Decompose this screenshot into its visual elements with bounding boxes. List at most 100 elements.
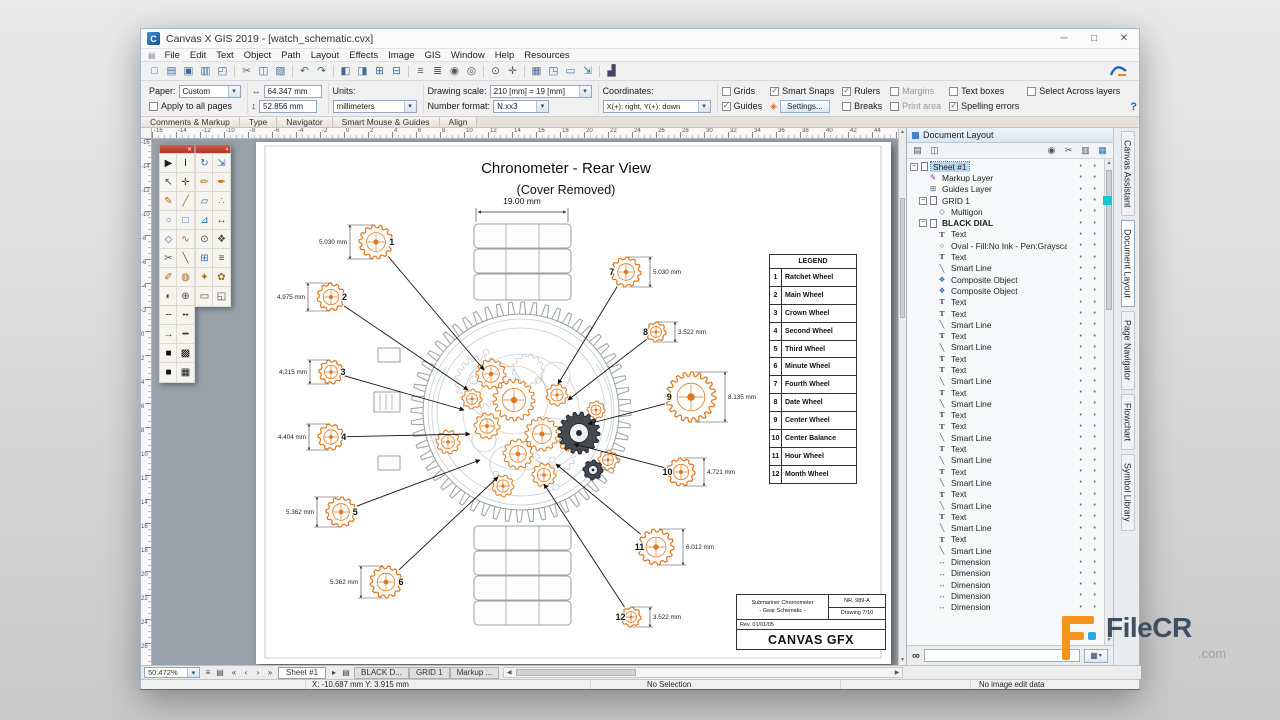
layer-row-text[interactable]: TText•• [907,466,1113,477]
layer-row-text[interactable]: TText•• [907,421,1113,432]
lock-dot[interactable]: • [1094,333,1096,340]
pen-tool[interactable]: ✎ [160,192,177,211]
checkbox-text-boxes[interactable] [949,87,958,96]
zoom-tool[interactable]: ⊙ [196,230,213,249]
lock-dot[interactable]: • [1094,457,1096,464]
canvas-area[interactable]: 15.030 mm24.975 mm34.215 mm44.404 mm55.3… [152,139,898,665]
lock-dot[interactable]: • [1094,276,1096,283]
sheet-tab[interactable]: Sheet #1 [278,667,326,679]
layer-row-dimension[interactable]: ↔Dimension•• [907,579,1113,590]
vertical-ruler[interactable]: -16-14-12-10-8-6-4-202468101214161820222… [141,139,152,665]
redo-icon[interactable]: ↷ [313,64,330,79]
text-tool[interactable]: I [177,154,194,173]
visibility-dot[interactable]: • [1080,457,1082,464]
pencil-tool[interactable]: ✏ [196,173,213,192]
visibility-dot[interactable]: • [1080,412,1082,419]
lock-dot[interactable]: • [1094,581,1096,588]
horizontal-scrollbar[interactable]: ◀ ▶ [503,667,903,678]
layer-row-text[interactable]: TText•• [907,489,1113,500]
brush-tool[interactable]: ✒ [213,173,230,192]
visibility-dot[interactable]: • [1080,242,1082,249]
lock-dot[interactable]: • [1094,525,1096,532]
vertical-scrollbar[interactable]: ▲ ▼ [898,128,906,665]
layer-row-text[interactable]: TText•• [907,511,1113,522]
copy-icon[interactable]: ◫ [255,64,272,79]
stamp-tool[interactable]: ▱ [196,192,213,211]
group-icon[interactable]: ⊞ [371,64,388,79]
lock-dot[interactable]: • [1094,208,1096,215]
select-tool[interactable]: ▶ [160,154,177,173]
lock-dot[interactable]: • [1094,186,1096,193]
visibility-dot[interactable]: • [1080,355,1082,362]
visibility-dot[interactable]: • [1080,208,1082,215]
checkbox-margins[interactable] [890,87,899,96]
layer-row-text[interactable]: TText•• [907,251,1113,262]
layer-row-markup-layer[interactable]: ✎Markup Layer•• [907,172,1113,183]
layer-tab-markup[interactable]: Markup ... [450,667,500,679]
lock-dot[interactable]: • [1094,287,1096,294]
lock-dot[interactable]: • [1094,265,1096,272]
lock-dot[interactable]: • [1094,502,1096,509]
menu-effects[interactable]: Effects [344,50,383,61]
paper-height-input[interactable]: 52.856 mm [259,100,317,113]
layer-row-composite-object[interactable]: ❖Composite Object•• [907,285,1113,296]
visibility-dot[interactable]: • [1080,581,1082,588]
lock-dot[interactable]: • [1094,163,1096,170]
side-tab-symbol-library[interactable]: Symbol Library [1121,454,1135,531]
screen-icon[interactable]: ▭ [562,64,579,79]
chart-icon[interactable]: ▟ [603,64,620,79]
tree-expander-icon[interactable]: − [910,163,918,171]
palette-tab-navigator[interactable]: Navigator [277,117,332,127]
visibility-dot[interactable]: • [1080,310,1082,317]
visibility-dot[interactable]: • [1080,231,1082,238]
unlock-icon[interactable]: ◎ [463,64,480,79]
visibility-dot[interactable]: • [1080,592,1082,599]
layer-color-swatch[interactable] [1103,196,1112,205]
checkbox-smart-snaps[interactable]: ✓ [770,87,779,96]
pan-icon[interactable]: ✛ [504,64,521,79]
visibility-dot[interactable]: • [1080,400,1082,407]
lock-dot[interactable]: • [1094,254,1096,261]
visibility-dot[interactable]: • [1080,344,1082,351]
layer-row-dimension[interactable]: ↔Dimension•• [907,590,1113,601]
visibility-dot[interactable]: • [1080,468,1082,475]
vertical-scroll-thumb[interactable] [900,198,905,318]
side-tab-flowchart[interactable]: Flowchart [1121,394,1135,450]
ungroup-icon[interactable]: ⊟ [388,64,405,79]
visibility-dot[interactable]: • [1080,491,1082,498]
drawing-scale-select[interactable]: 210 [mm] = 19 [mm] [490,85,592,98]
line-tool[interactable]: ╱ [177,192,194,211]
new-sheet-icon[interactable]: ▸ [328,667,340,678]
lock-dot[interactable]: • [1094,468,1096,475]
checkbox-spelling-errors[interactable]: ✓ [949,102,958,111]
dash-style-2[interactable]: ╍ [177,306,194,325]
lock-dot[interactable]: • [1094,570,1096,577]
menu-image[interactable]: Image [383,50,419,61]
send-back-icon[interactable]: ◨ [354,64,371,79]
visibility-dot[interactable]: • [1080,502,1082,509]
visibility-dot[interactable]: • [1080,174,1082,181]
menu-help[interactable]: Help [490,50,520,61]
polygon-tool[interactable]: ◇ [160,230,177,249]
visibility-dot[interactable]: • [1080,434,1082,441]
effects-tool[interactable]: ✦ [196,268,213,287]
grid-tool[interactable]: ⊞ [196,249,213,268]
lock-dot[interactable]: • [1094,389,1096,396]
dimension-tool[interactable]: ↔ [213,211,230,230]
rotate-tool[interactable]: ↻ [196,154,213,173]
visibility-dot[interactable]: • [1080,536,1082,543]
lock-dot[interactable]: • [1094,559,1096,566]
number-format-select[interactable]: N.xx3 [493,100,549,113]
lock-dot[interactable]: • [1094,592,1096,599]
visibility-dot[interactable]: • [1080,446,1082,453]
ellipse-tool[interactable]: ○ [160,211,177,230]
lock-dot[interactable]: • [1094,536,1096,543]
bucket-tool[interactable]: ◍ [177,268,194,287]
lock-dot[interactable]: • [1094,310,1096,317]
title-block[interactable]: Submariner Chronometer - Gear Schematic … [736,594,886,650]
visibility-dot[interactable]: • [1080,254,1082,261]
eyedropper-tool[interactable]: ✐ [160,268,177,287]
arrow-style[interactable]: → [160,325,177,344]
knife-tool[interactable]: ╲ [177,249,194,268]
layer-row-text[interactable]: TText•• [907,387,1113,398]
